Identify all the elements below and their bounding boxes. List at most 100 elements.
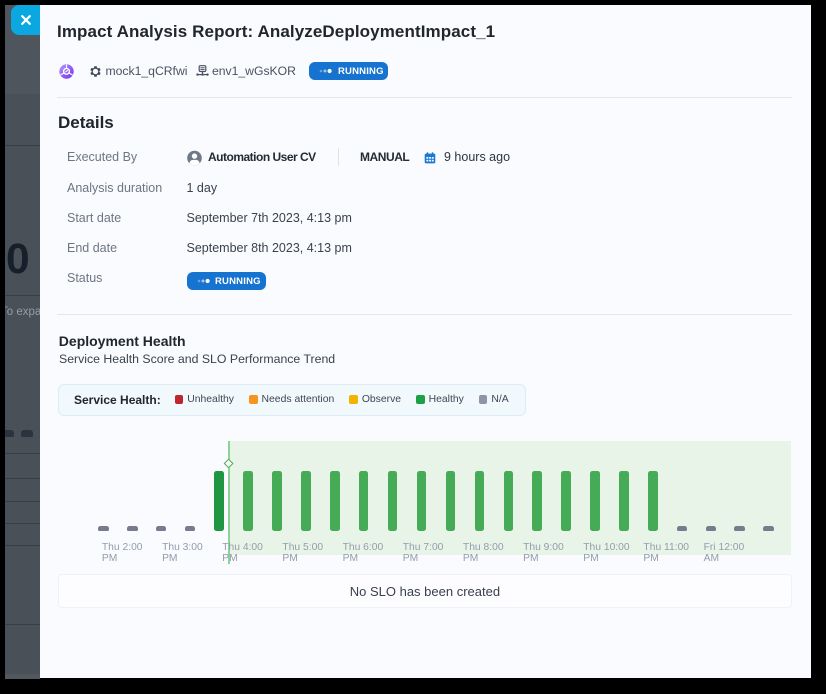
- na-marker: [706, 526, 717, 530]
- calendar-icon: [424, 152, 436, 164]
- deployment-marker-diamond: [224, 459, 234, 469]
- x-tick-label: Thu 3:00 PM: [162, 542, 203, 565]
- status-badge-label: RUNNING: [338, 66, 384, 77]
- x-tick-label: Thu 9:00 PM: [523, 542, 564, 565]
- executed-time: 9 hours ago: [444, 150, 510, 164]
- detail-label: Executed By: [67, 150, 187, 164]
- running-dots-icon: [197, 278, 210, 284]
- service-name[interactable]: mock1_qCRfwi: [106, 64, 188, 78]
- na-marker: [763, 526, 774, 530]
- legend-item-observe: Observe: [349, 394, 401, 405]
- na-marker: [127, 526, 138, 530]
- background-bar: [21, 430, 33, 437]
- background-metric: 0: [6, 236, 29, 284]
- detail-row-duration: Analysis duration 1 day: [67, 173, 767, 203]
- detail-row-status: Status RUNNING: [67, 263, 767, 293]
- impact-analysis-icon: [59, 64, 74, 79]
- tag-row: mock1_qCRfwi env1_wGsKOR: [59, 62, 388, 80]
- service-gear-icon: [89, 65, 102, 78]
- x-tick-label: Thu 11:00 PM: [643, 542, 689, 565]
- close-button[interactable]: [11, 5, 40, 35]
- user-avatar-icon: [187, 150, 202, 165]
- health-bar: [475, 471, 485, 531]
- start-date-value: September 7th 2023, 4:13 pm: [187, 211, 352, 225]
- impact-analysis-report-modal: Impact Analysis Report: AnalyzeDeploymen…: [40, 5, 811, 678]
- health-bar: [388, 471, 398, 531]
- deployment-health-subtitle: Service Health Score and SLO Performance…: [59, 352, 335, 366]
- status-badge: RUNNING: [309, 62, 388, 81]
- running-dots-icon: [319, 68, 332, 74]
- x-tick-label: Thu 8:00 PM: [463, 542, 504, 565]
- health-bar: [446, 471, 456, 531]
- x-tick-label: Thu 2:00 PM: [102, 542, 143, 565]
- legend-swatch-healthy: [416, 395, 425, 404]
- background-bar: [5, 430, 14, 437]
- x-tick-label: Thu 5:00 PM: [282, 542, 323, 565]
- legend-item-unhealthy: Unhealthy: [175, 394, 234, 405]
- divider: [57, 314, 792, 315]
- x-tick-label: Thu 10:00 PM: [583, 542, 629, 565]
- details-table: Executed By Automation User CV MANUAL: [67, 142, 767, 293]
- legend-swatch-unhealthy: [175, 395, 184, 404]
- na-marker: [734, 526, 745, 530]
- slo-empty-text: No SLO has been created: [350, 584, 500, 599]
- background-hint-text: To expa: [5, 306, 40, 318]
- analysis-window-region: [229, 441, 792, 555]
- health-bar: [359, 471, 369, 531]
- legend-item-needs-attention: Needs attention: [249, 394, 334, 405]
- background-footer: [5, 674, 40, 679]
- background-page-column: 0 To expa: [5, 5, 40, 679]
- legend-title: Service Health:: [74, 393, 161, 407]
- status-badge: RUNNING: [187, 272, 266, 291]
- na-marker: [98, 526, 109, 530]
- executed-by-user: Automation User CV: [208, 150, 316, 164]
- deployment-health-heading: Deployment Health: [59, 333, 186, 349]
- end-date-value: September 8th 2023, 4:13 pm: [187, 241, 352, 255]
- environment-icon: [196, 65, 209, 77]
- health-bar: [330, 471, 340, 531]
- health-bar: [504, 471, 514, 531]
- detail-row-start-date: Start date September 7th 2023, 4:13 pm: [67, 203, 767, 233]
- health-bar: [619, 471, 629, 531]
- page: 0 To expa Impact Analysis Report: Analyz…: [0, 0, 826, 694]
- health-bar: [214, 471, 224, 531]
- status-badge-label: RUNNING: [215, 276, 261, 287]
- legend-swatch-observe: [349, 395, 358, 404]
- analysis-duration-value: 1 day: [187, 181, 218, 195]
- x-tick-label: Thu 4:00 PM: [222, 542, 263, 565]
- detail-label: Analysis duration: [67, 181, 187, 195]
- legend-item-healthy: Healthy: [416, 394, 464, 405]
- x-tick-label: Fri 12:00 AM: [704, 542, 745, 565]
- detail-row-end-date: End date September 8th 2023, 4:13 pm: [67, 233, 767, 263]
- legend-swatch-na: [479, 395, 488, 404]
- slo-empty-state: No SLO has been created: [58, 574, 792, 608]
- health-bar: [532, 471, 542, 531]
- detail-label: Status: [67, 271, 187, 285]
- modal-title: Impact Analysis Report: AnalyzeDeploymen…: [57, 22, 495, 42]
- detail-row-executed-by: Executed By Automation User CV MANUAL: [67, 142, 767, 172]
- health-bar: [301, 471, 311, 531]
- x-tick-label: Thu 6:00 PM: [343, 542, 384, 565]
- na-marker: [677, 526, 688, 530]
- health-bar: [417, 471, 427, 531]
- health-bar: [648, 471, 658, 531]
- x-tick-label: Thu 7:00 PM: [403, 542, 444, 565]
- health-bar: [590, 471, 600, 531]
- health-bar: [243, 471, 253, 531]
- legend-item-na: N/A: [479, 394, 509, 405]
- detail-label: End date: [67, 241, 187, 255]
- legend-swatch-needs-attention: [249, 395, 258, 404]
- na-marker: [185, 526, 196, 530]
- divider: [57, 97, 792, 98]
- environment-name[interactable]: env1_wGsKOR: [212, 64, 296, 78]
- deployment-marker-line: [228, 441, 230, 563]
- health-bar: [561, 471, 571, 531]
- trigger-type: MANUAL: [360, 150, 409, 164]
- close-x-icon: [19, 13, 33, 27]
- health-bar: [272, 471, 282, 531]
- details-heading: Details: [58, 113, 114, 133]
- detail-label: Start date: [67, 211, 187, 225]
- vertical-separator: [338, 148, 339, 166]
- service-health-legend: Service Health: Unhealthy Needs attentio…: [58, 384, 526, 416]
- na-marker: [156, 526, 167, 530]
